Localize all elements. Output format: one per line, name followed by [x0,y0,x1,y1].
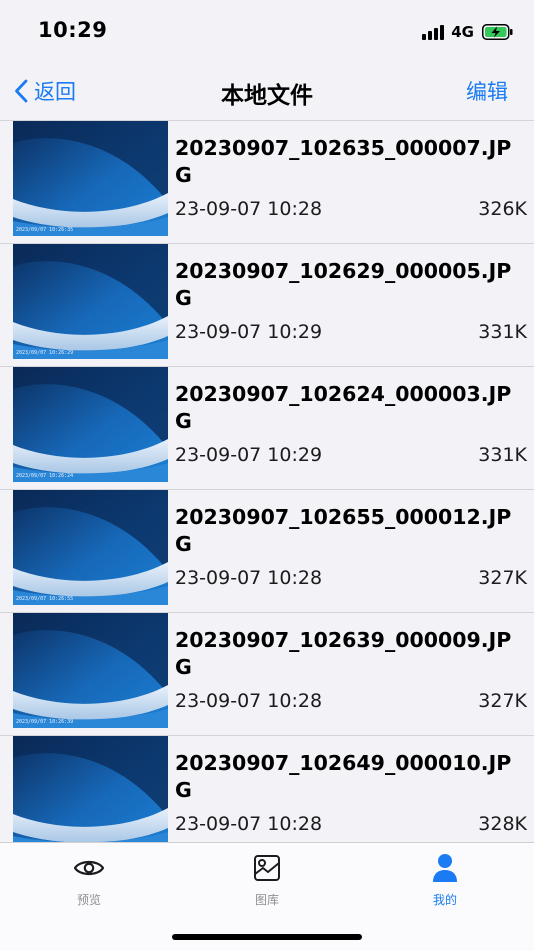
photo-timestamp-overlay: 2023/09/07 10:26:24 [16,473,74,479]
status-indicators: 4G [422,22,513,42]
photo-thumbnail[interactable]: 2023/09/07 10:26:35 [13,121,168,236]
back-button[interactable]: 返回 [14,76,76,106]
file-name: 20230907_102649_000010.JPG [175,751,512,802]
tab-gallery[interactable]: 图库 [207,851,327,913]
photo-timestamp-overlay: 2023/09/07 10:26:29 [16,350,74,356]
page-title: 本地文件 [221,83,313,109]
eye-icon [73,851,105,885]
status-time: 10:29 [38,18,108,42]
photo-thumbnail[interactable]: 2023/09/07 10:26:49 [13,736,168,843]
file-name: 20230907_102639_000009.JPG [175,628,512,679]
file-name: 20230907_102635_000007.JPG [175,136,512,187]
file-date: 23-09-07 10:28 [175,690,323,712]
file-size: 326K [478,198,527,220]
photo-timestamp-overlay: 2023/09/07 10:26:35 [16,227,74,233]
battery-icon [482,24,513,40]
file-name: 20230907_102624_000003.JPG [175,382,512,433]
photo-thumbnail[interactable]: 2023/09/07 10:26:24 [13,367,168,482]
file-date: 23-09-07 10:28 [175,567,323,589]
file-size: 331K [478,444,527,466]
file-size: 327K [478,690,527,712]
tab-preview-label: 预览 [76,893,101,907]
file-row[interactable]: 2023/09/07 10:26:24 20230907_102624_0000… [0,367,534,490]
file-size: 328K [478,813,527,835]
file-name: 20230907_102655_000012.JPG [175,505,512,556]
file-row[interactable]: 2023/09/07 10:26:55 20230907_102655_0000… [0,490,534,613]
tab-mine[interactable]: 我的 [385,851,505,913]
file-row[interactable]: 2023/09/07 10:26:39 20230907_102639_0000… [0,613,534,736]
file-name: 20230907_102629_000005.JPG [175,259,512,310]
network-label: 4G [451,23,474,41]
signal-icon [422,24,445,40]
photo-thumbnail[interactable]: 2023/09/07 10:26:39 [13,613,168,728]
tab-preview[interactable]: 预览 [29,851,149,913]
file-date: 23-09-07 10:28 [175,198,323,220]
photo-thumbnail[interactable]: 2023/09/07 10:26:55 [13,490,168,605]
home-indicator [172,934,362,940]
file-row[interactable]: 2023/09/07 10:26:35 20230907_102635_0000… [0,121,534,244]
file-date: 23-09-07 10:28 [175,813,323,835]
back-button-label: 返回 [34,80,76,104]
status-bar: 10:29 4G [0,0,534,62]
edit-button[interactable]: 编辑 [466,76,508,106]
file-size: 327K [478,567,527,589]
gallery-icon [253,851,281,885]
photo-timestamp-overlay: 2023/09/07 10:26:55 [16,596,74,602]
navigation-bar: 返回 本地文件 编辑 [0,62,534,120]
chevron-left-icon [15,79,28,103]
photo-thumbnail[interactable]: 2023/09/07 10:26:29 [13,244,168,359]
file-date: 23-09-07 10:29 [175,444,323,466]
tab-mine-label: 我的 [432,893,457,907]
file-list: 2023/09/07 10:26:35 20230907_102635_0000… [0,120,534,843]
file-row[interactable]: 2023/09/07 10:26:29 20230907_102629_0000… [0,244,534,367]
file-row[interactable]: 2023/09/07 10:26:49 20230907_102649_0000… [0,736,534,843]
file-size: 331K [478,321,527,343]
person-icon [431,851,459,885]
tab-gallery-label: 图库 [254,893,279,907]
photo-timestamp-overlay: 2023/09/07 10:26:39 [16,719,74,725]
file-date: 23-09-07 10:29 [175,321,323,343]
